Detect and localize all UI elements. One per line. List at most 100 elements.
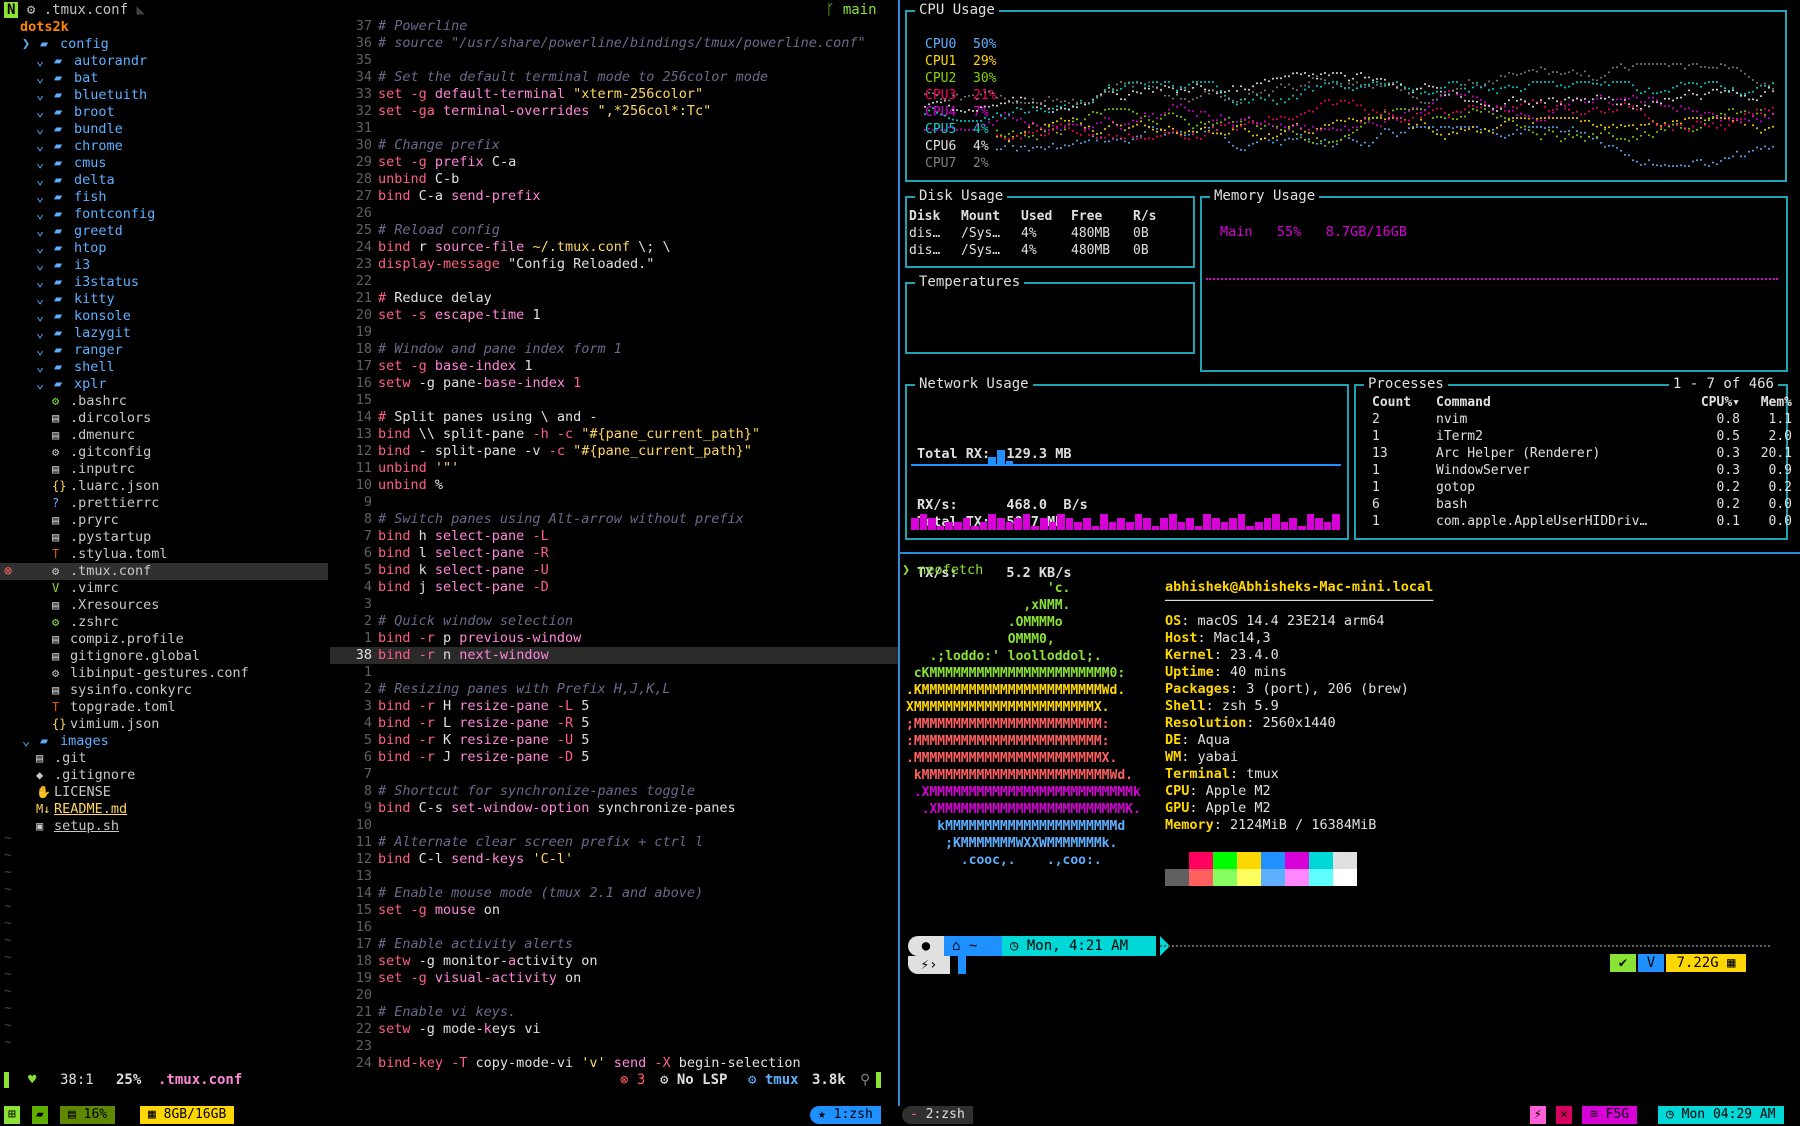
chevron-down-icon[interactable]: ⌄ — [22, 733, 30, 750]
chevron-down-icon[interactable]: ⌄ — [36, 308, 44, 325]
code-line[interactable]: 3 — [330, 596, 900, 613]
code-line[interactable]: 15 set -g mouse on — [330, 902, 900, 919]
tree-item[interactable]: ⌄ ▰ greetd — [0, 223, 328, 240]
code-line[interactable]: 20 set -s escape-time 1 — [330, 307, 900, 324]
code-line[interactable]: 28 unbind C-b — [330, 171, 900, 188]
code-line[interactable]: 22 — [330, 273, 900, 290]
code-line[interactable]: 31 — [330, 120, 900, 137]
code-line[interactable]: 16 setw -g pane-base-index 1 — [330, 375, 900, 392]
code-line[interactable]: 22 setw -g mode-keys vi — [330, 1021, 900, 1038]
tree-item[interactable]: ⊗ ⚙ .tmux.conf — [0, 563, 328, 580]
code-line[interactable]: 26 — [330, 205, 900, 222]
horizontal-pane-separator[interactable] — [900, 552, 1800, 554]
tree-item[interactable]: ▤ .dmenurc — [0, 427, 328, 444]
tree-item[interactable]: ⌄ ▰ konsole — [0, 308, 328, 325]
tree-item[interactable]: ⚙ .zshrc — [0, 614, 328, 631]
tree-item[interactable]: ⌄ ▰ images — [0, 733, 328, 750]
tree-item[interactable]: ▤ gitignore.global — [0, 648, 328, 665]
tree-item[interactable]: ⌄ ▰ cmus — [0, 155, 328, 172]
tree-item[interactable]: ⌄ ▰ bat — [0, 70, 328, 87]
code-line[interactable]: 27 bind C-a send-prefix — [330, 188, 900, 205]
code-line[interactable]: 1 bind -r p previous-window — [330, 630, 900, 647]
process-row[interactable]: 2 nvim 0.8 1.1 — [1372, 411, 1792, 428]
tree-item[interactable]: ⚙ libinput-gestures.conf — [0, 665, 328, 682]
tree-item[interactable]: ▤ .git — [0, 750, 328, 767]
code-line[interactable]: 7 — [330, 766, 900, 783]
code-line[interactable]: 21 # Enable vi keys. — [330, 1004, 900, 1021]
code-line[interactable]: 38 bind -r n next-window — [330, 647, 900, 664]
code-line[interactable]: 17 set -g base-index 1 — [330, 358, 900, 375]
tree-item[interactable]: ? .prettierrc — [0, 495, 328, 512]
tree-root[interactable]: dots2k — [20, 19, 69, 35]
code-line[interactable]: 13 — [330, 868, 900, 885]
code-line[interactable]: 4 bind j select-pane -D — [330, 579, 900, 596]
code-line[interactable]: 14 # Split panes using \ and - — [330, 409, 900, 426]
tree-item[interactable]: ⚙ .gitconfig — [0, 444, 328, 461]
tree-item[interactable]: ⌄ ▰ bluetuith — [0, 87, 328, 104]
process-row[interactable]: 6 bash 0.2 0.0 — [1372, 496, 1792, 513]
tree-item[interactable]: ⌄ ▰ ranger — [0, 342, 328, 359]
process-row[interactable]: 1 WindowServer 0.3 0.9 — [1372, 462, 1792, 479]
code-line[interactable]: 37 # Powerline — [330, 18, 900, 35]
code-line[interactable]: 4 bind -r L resize-pane -R 5 — [330, 715, 900, 732]
code-line[interactable]: 1 — [330, 664, 900, 681]
code-line[interactable]: 11 # Alternate clear screen prefix + ctrl… — [330, 834, 900, 851]
code-line[interactable]: 10 — [330, 817, 900, 834]
tree-item[interactable]: ▤ sysinfo.conkyrc — [0, 682, 328, 699]
tree-item[interactable]: ▤ .pryrc — [0, 512, 328, 529]
code-line[interactable]: 2 # Quick window selection — [330, 613, 900, 630]
code-line[interactable]: 12 bind - split-pane -v -c "#{pane_curren… — [330, 443, 900, 460]
code-line[interactable]: 14 # Enable mouse mode (tmux 2.1 and abov… — [330, 885, 900, 902]
chevron-down-icon[interactable]: ⌄ — [36, 274, 44, 291]
tree-item[interactable]: {} .luarc.json — [0, 478, 328, 495]
code-line[interactable]: 6 bind -r J resize-pane -D 5 — [330, 749, 900, 766]
code-line[interactable]: 30 # Change prefix — [330, 137, 900, 154]
tree-item[interactable]: Ttopgrade.toml — [0, 699, 328, 716]
tree-item[interactable]: {} vimium.json — [0, 716, 328, 733]
chevron-down-icon[interactable]: ⌄ — [36, 291, 44, 308]
code-line[interactable]: 35 — [330, 52, 900, 69]
code-line[interactable]: 29 set -g prefix C-a — [330, 154, 900, 171]
code-line[interactable]: 7 bind h select-pane -L — [330, 528, 900, 545]
code-line[interactable]: 19 — [330, 324, 900, 341]
code-line[interactable]: 8 # Switch panes using Alt-arrow without … — [330, 511, 900, 528]
code-line[interactable]: 21 # Reduce delay — [330, 290, 900, 307]
code-line[interactable]: 5 bind -r K resize-pane -U 5 — [330, 732, 900, 749]
code-line[interactable]: 20 — [330, 987, 900, 1004]
code-line[interactable]: 36 # source "/usr/share/powerline/binding… — [330, 35, 900, 52]
chevron-down-icon[interactable]: ⌄ — [36, 376, 44, 393]
tree-item[interactable]: ▤ .Xresources — [0, 597, 328, 614]
tree-item[interactable]: T .stylua.toml — [0, 546, 328, 563]
code-line[interactable]: 9 bind C-s set-window-option synchronize-… — [330, 800, 900, 817]
chevron-down-icon[interactable]: ⌄ — [36, 87, 44, 104]
code-line[interactable]: 10 unbind % — [330, 477, 900, 494]
tree-item[interactable]: ⌄ ▰ autorandr — [0, 53, 328, 70]
code-line[interactable]: 15 — [330, 392, 900, 409]
chevron-down-icon[interactable]: ⌄ — [36, 342, 44, 359]
tree-item[interactable]: ▤ .dircolors — [0, 410, 328, 427]
code-line[interactable]: 5 bind k select-pane -U — [330, 562, 900, 579]
code-line[interactable]: 3 bind -r H resize-pane -L 5 — [330, 698, 900, 715]
code-line[interactable]: 11 unbind '"' — [330, 460, 900, 477]
chevron-down-icon[interactable]: ⌄ — [36, 223, 44, 240]
tree-item[interactable]: ⌄ ▰ shell — [0, 359, 328, 376]
process-header-cell[interactable]: Count — [1372, 394, 1436, 411]
tree-item[interactable]: ⌄ ▰ kitty — [0, 291, 328, 308]
chevron-down-icon[interactable]: ⌄ — [36, 70, 44, 87]
process-row[interactable]: 1 gotop 0.2 0.2 — [1372, 479, 1792, 496]
chevron-down-icon[interactable]: ⌄ — [36, 325, 44, 342]
process-table[interactable]: Count Command CPU%▾ Mem% 2 nvim 0.8 1.1 1 iTerm2 0… — [1372, 394, 1792, 530]
chevron-down-icon[interactable]: ⌄ — [36, 240, 44, 257]
chevron-down-icon[interactable]: ⌄ — [36, 155, 44, 172]
code-line[interactable]: 33 set -g default-terminal "xterm-256colo… — [330, 86, 900, 103]
tree-item[interactable]: ⌄ ▰ fish — [0, 189, 328, 206]
code-line[interactable]: 23 display-message "Config Reloaded." — [330, 256, 900, 273]
tree-item[interactable]: ▤ .pystartup — [0, 529, 328, 546]
tree-item[interactable]: ⌄ ▰ fontconfig — [0, 206, 328, 223]
chevron-down-icon[interactable]: ⌄ — [36, 104, 44, 121]
code-line[interactable]: 13 bind \\ split-pane -h -c "#{pane_curre… — [330, 426, 900, 443]
chevron-down-icon[interactable]: ⌄ — [36, 206, 44, 223]
tree-item[interactable]: ◆ .gitignore — [0, 767, 328, 784]
chevron-down-icon[interactable]: ⌄ — [36, 189, 44, 206]
code-editor[interactable]: 37 # Powerline 36 # source "/usr/share/powe… — [330, 18, 900, 1078]
